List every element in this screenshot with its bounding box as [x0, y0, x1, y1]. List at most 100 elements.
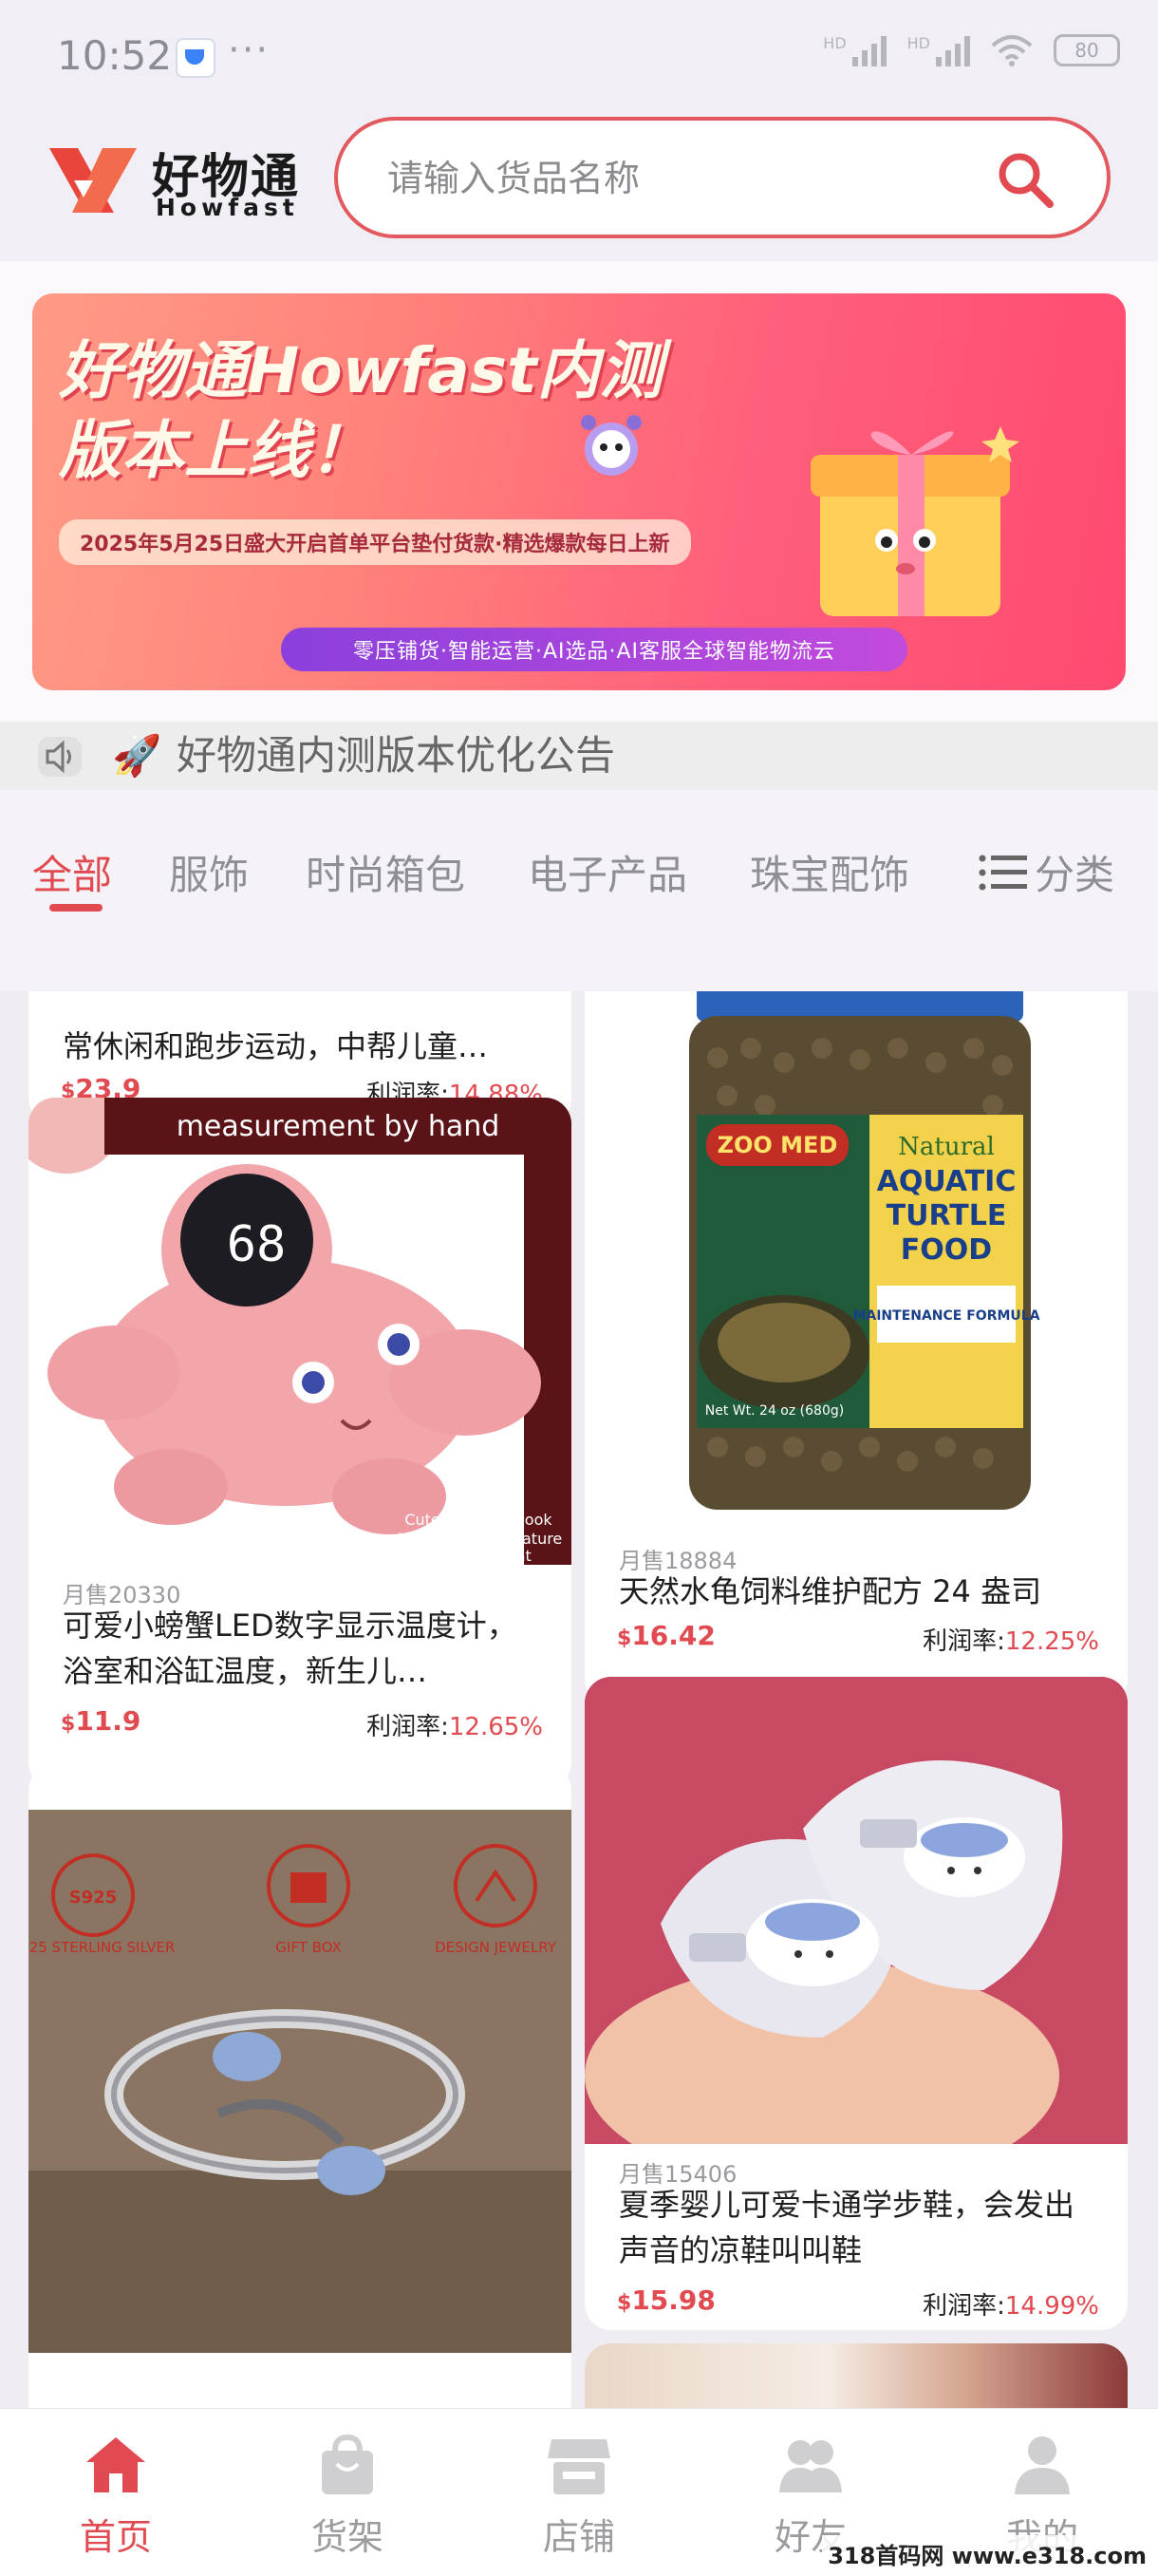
product-price: $15.98	[617, 2285, 716, 2316]
product-title: 夏季婴儿可爱卡通学步鞋，会发出声音的凉鞋叫叫鞋	[619, 2187, 1075, 2268]
badge-design-jewelry: DESIGN JEWELRY	[435, 1939, 557, 1956]
jar-label-turtle: TURTLE	[887, 1199, 1007, 1232]
howfast-logo-icon	[49, 148, 137, 213]
category-tabs: 全部 服饰 时尚箱包 电子产品 珠宝配饰 分类	[0, 790, 1158, 991]
s925-stamp: S925	[69, 1888, 118, 1908]
nav-home-label: 首页	[79, 2516, 152, 2558]
product-feed: 常休闲和跑步运动，中帮儿童… $23.9 利润率:14.88% ZOO MED …	[0, 991, 1158, 2408]
image-caption-2: Accurate temperature	[395, 1530, 563, 1548]
battery-icon: 80	[1054, 34, 1120, 66]
currency-symbol: $	[617, 2291, 632, 2315]
rocket-icon: 🚀	[112, 732, 162, 779]
product-card[interactable]: S925 S925 STERLING SILVER GIFT BOX DESIG…	[28, 1764, 571, 2408]
product-image: ZOO MED Natural AQUATIC TURTLE FOOD MAIN…	[585, 991, 1128, 1519]
nav-store-label: 店铺	[542, 2516, 615, 2558]
profile-icon	[1015, 2436, 1070, 2494]
profit-rate: 利润率:12.25%	[923, 1622, 1099, 1657]
baby-sandals-image	[585, 1677, 1128, 2144]
tab-jewelry[interactable]: 珠宝配饰	[750, 843, 909, 901]
search-icon[interactable]	[993, 147, 1059, 214]
nav-home[interactable]: 首页	[30, 2434, 201, 2560]
product-title: 常休闲和跑步运动，中帮儿童…	[63, 1028, 489, 1064]
product-image	[585, 1677, 1128, 2144]
announcement-bar[interactable]: 🚀 好物通内测版本优化公告	[0, 722, 1158, 790]
more-notifications-icon: ···	[228, 28, 271, 72]
profit-rate-value: 14.99%	[1004, 2292, 1099, 2321]
product-card[interactable]: measurement by hand 68 Cute pink crab lo…	[28, 1098, 571, 1789]
promo-banner[interactable]: 好物通Howfast内测 版本上线！ 2025年5月25日盛大开启首单平台垫付货…	[32, 293, 1126, 690]
tab-fashion-bags[interactable]: 时尚箱包	[306, 843, 465, 901]
shopping-bag-icon	[322, 2434, 373, 2494]
sim1-label: HD	[823, 34, 847, 52]
product-image	[585, 2343, 1128, 2408]
store-icon	[548, 2439, 610, 2494]
search-bar[interactable]	[334, 117, 1111, 238]
image-caption-top: measurement by hand	[177, 1110, 500, 1143]
announcement-text[interactable]: 好物通内测版本优化公告	[177, 731, 615, 780]
speaker-icon	[38, 737, 82, 777]
bottom-navigation: 首页 货架 店铺 好友 我的 318首码网 www.e318.	[0, 2408, 1158, 2576]
list-menu-icon	[979, 855, 1027, 890]
tab-electronics[interactable]: 电子产品	[528, 843, 687, 901]
product-card[interactable]	[585, 2343, 1128, 2408]
tab-apparel[interactable]: 服饰	[169, 843, 249, 901]
profit-rate-value: 12.65%	[448, 1713, 543, 1741]
currency-symbol: $	[61, 1712, 76, 1736]
home-icon	[86, 2437, 145, 2492]
turtle-food-jar-image: ZOO MED Natural AQUATIC TURTLE FOOD MAIN…	[689, 991, 1040, 1510]
status-time: 10:52	[57, 32, 173, 79]
profit-rate: 利润率:14.99%	[923, 2286, 1099, 2322]
profit-rate-value: 12.25%	[1004, 1627, 1099, 1656]
product-image: S925 S925 STERLING SILVER GIFT BOX DESIG…	[28, 1810, 571, 2353]
product-image: measurement by hand 68 Cute pink crab lo…	[28, 1098, 571, 1565]
nav-shelf[interactable]: 货架	[262, 2434, 433, 2560]
banner-date-text: 2025年5月25日盛大开启首单平台垫付货款·精选爆款每日上新	[59, 519, 691, 565]
app-header: 好物通 Howfast	[0, 114, 1158, 261]
banner-title: 好物通Howfast内测 版本上线！	[59, 331, 663, 491]
watermark-text: 318首码网 www.e318.com	[822, 2535, 1152, 2572]
sim2-label: HD	[906, 34, 930, 52]
banner-section: 好物通Howfast内测 版本上线！ 2025年5月25日盛大开启首单平台垫付货…	[0, 261, 1158, 722]
signal-icon: HD	[907, 34, 970, 66]
gift-box-illustration	[811, 426, 1019, 616]
image-caption-3: measurement	[425, 1547, 532, 1565]
search-input[interactable]	[385, 149, 978, 208]
currency-symbol: $	[617, 1626, 632, 1650]
alarm-clock-mascot-icon	[581, 415, 642, 476]
price-value: 15.98	[631, 2285, 716, 2316]
profit-rate-label: 利润率:	[366, 1713, 449, 1741]
product-title: 天然水龟饲料维护配方 24 盎司	[619, 1573, 1042, 1609]
jar-brand-text: ZOO MED	[718, 1132, 838, 1158]
badge-gift-box: GIFT BOX	[275, 1939, 342, 1956]
product-title: 可爱小螃蟹LED数字显示温度计，浴室和浴缸温度，新生儿…	[63, 1608, 517, 1689]
jar-label-food: FOOD	[901, 1233, 992, 1267]
category-menu-label: 分类	[1035, 852, 1115, 898]
system-indicators: HD HD 80	[823, 34, 1120, 66]
profit-rate-label: 利润率:	[923, 2292, 1005, 2321]
category-menu-button[interactable]: 分类	[978, 843, 1114, 901]
product-price: $11.9	[61, 1705, 140, 1737]
product-card[interactable]: ZOO MED Natural AQUATIC TURTLE FOOD MAIN…	[585, 991, 1128, 1705]
product-card[interactable]: 月售15406 夏季婴儿可爱卡通学步鞋，会发出声音的凉鞋叫叫鞋 $15.98 利…	[585, 1677, 1128, 2330]
image-caption-1: Cute pink crab look	[404, 1511, 552, 1529]
banner-title-line1: 好物通Howfast内测	[59, 334, 663, 407]
profit-rate-label: 利润率:	[923, 1627, 1005, 1656]
thermometer-display: 68	[227, 1216, 287, 1273]
jar-label-weight: Net Wt. 24 oz (680g)	[705, 1403, 844, 1419]
jar-label-aquatic: AQUATIC	[877, 1165, 1017, 1198]
tab-all[interactable]: 全部	[32, 843, 112, 901]
active-tab-indicator	[49, 904, 103, 912]
nav-store[interactable]: 店铺	[494, 2434, 664, 2560]
badge-sterling-silver: S925 STERLING SILVER	[28, 1939, 175, 1956]
wifi-icon	[991, 35, 1033, 66]
jar-label-natural: Natural	[898, 1133, 995, 1161]
signal-icon: HD	[823, 34, 887, 66]
banner-title-line2: 版本上线！	[59, 414, 372, 487]
price-value: 11.9	[75, 1705, 141, 1737]
logo-subtext: Howfast	[156, 194, 299, 221]
price-value: 16.42	[631, 1620, 716, 1651]
status-bar: 10:52 ··· HD HD 80	[0, 0, 1158, 114]
profit-rate: 利润率:12.65%	[366, 1707, 543, 1742]
banner-tagline: 零压铺货·智能运营·AI选品·AI客服全球智能物流云	[281, 628, 907, 671]
jar-label-formula: MAINTENANCE FORMULA	[852, 1308, 1039, 1324]
